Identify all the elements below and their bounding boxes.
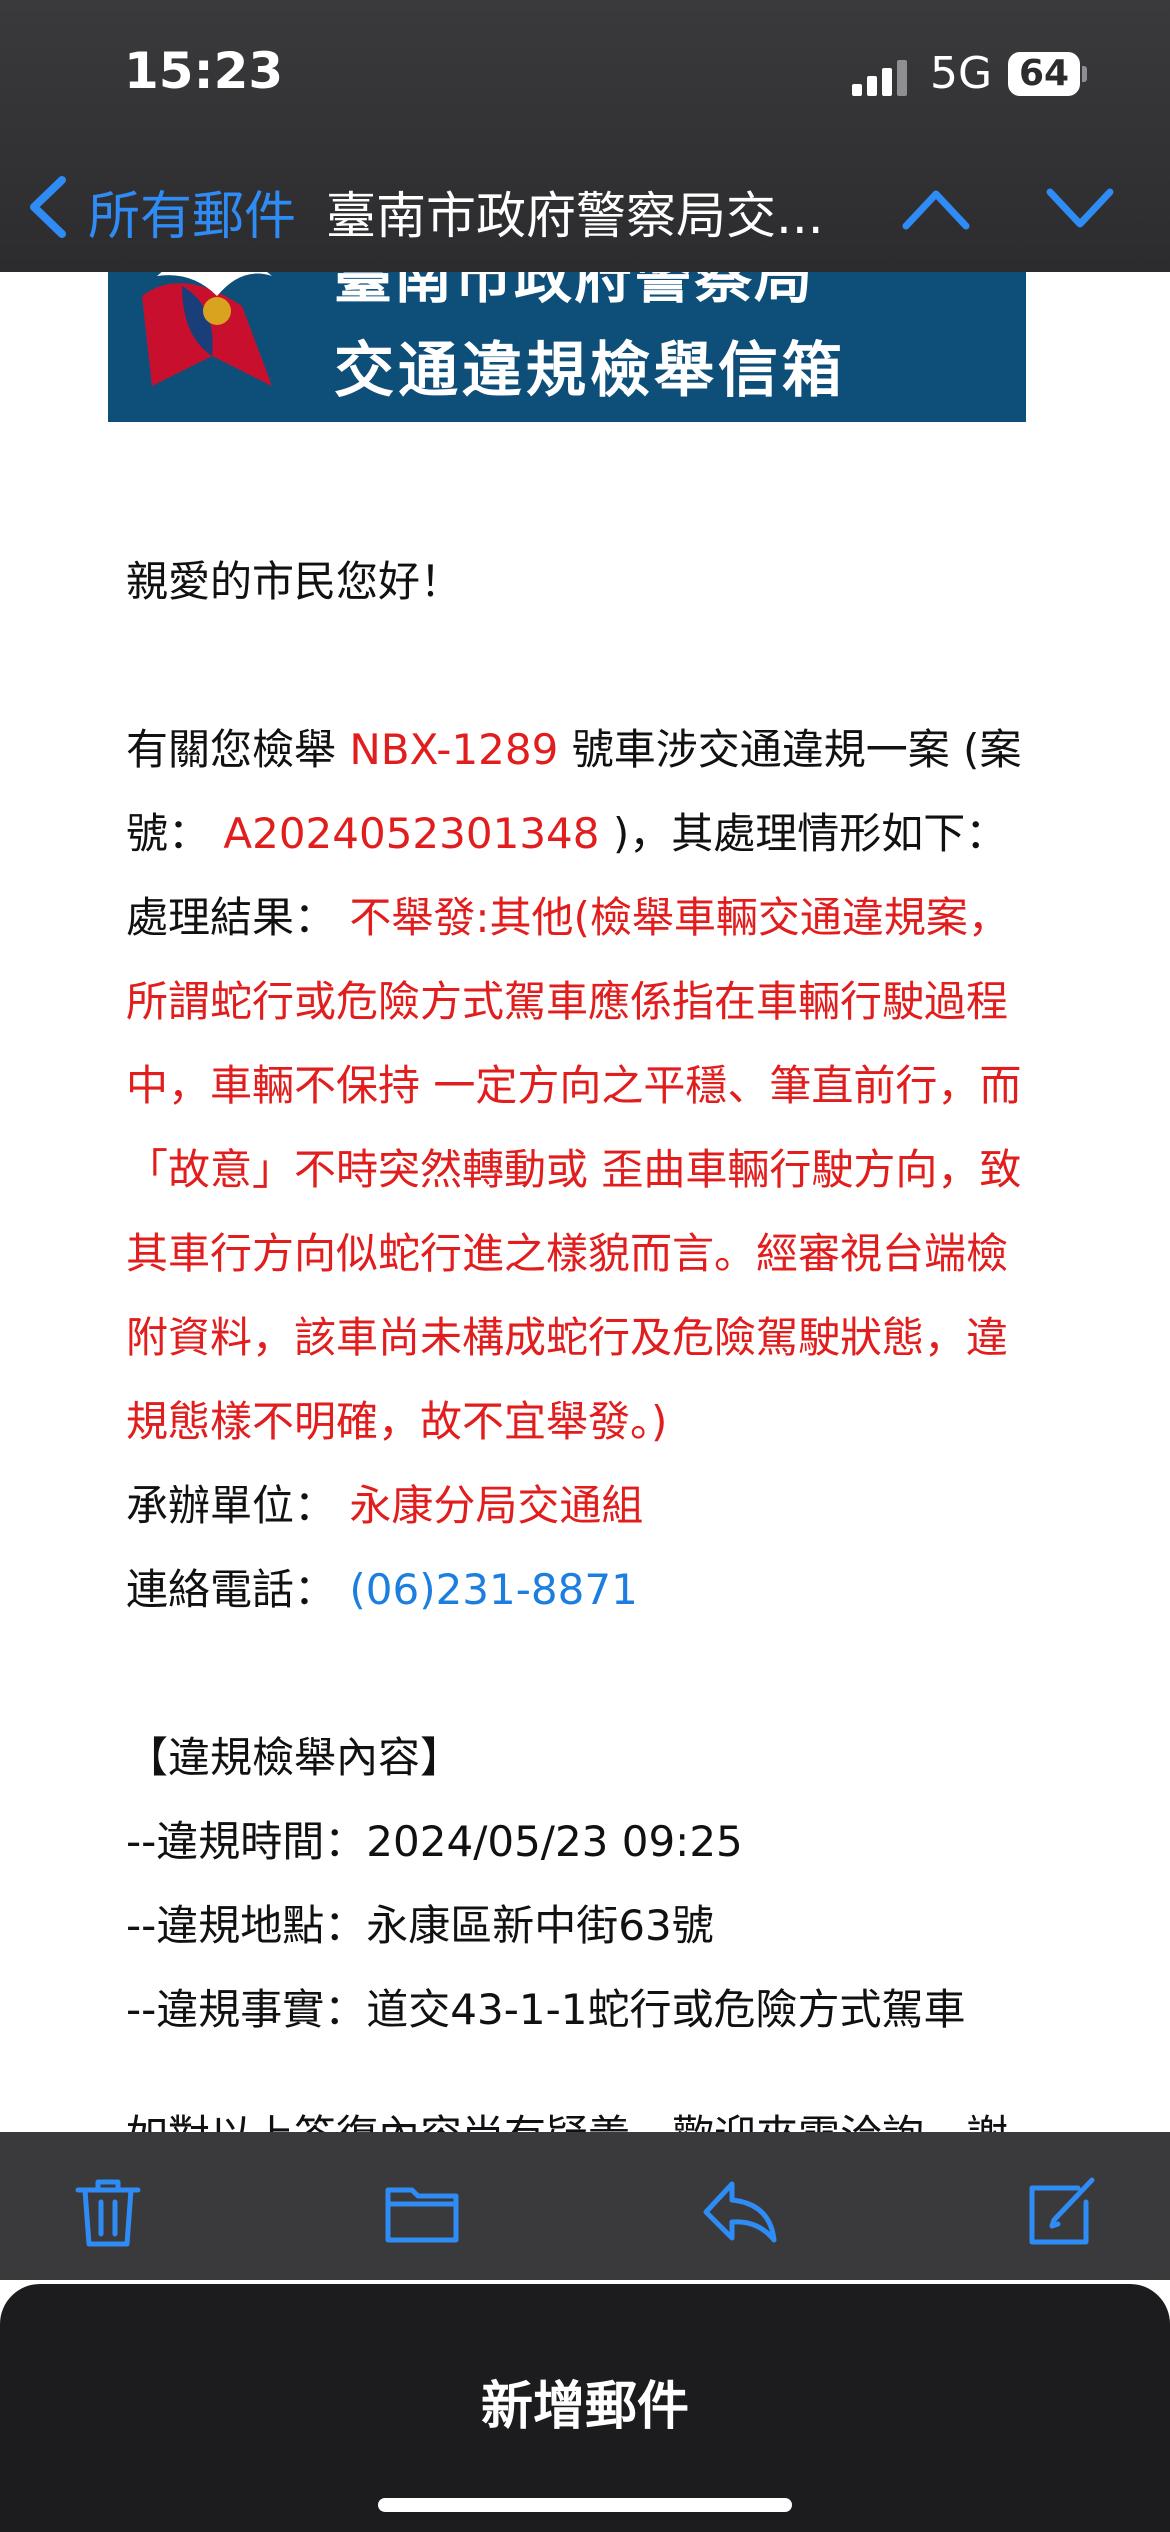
text: 號車涉交通違規一案 (案	[571, 725, 1022, 774]
back-button[interactable]: 所有郵件	[88, 174, 296, 249]
top-bar: 15:23 5G 64 所有郵件 臺南市政府警察局交...	[0, 0, 1170, 272]
license-plate: NBX-1289	[349, 725, 559, 774]
compose-icon[interactable]	[1020, 2172, 1100, 2252]
case-line-1: 有關您檢舉 NBX-1289 號車涉交通違規一案 (案	[126, 708, 1046, 792]
text: )，其處理情形如下：	[612, 809, 1008, 858]
chevron-down-icon[interactable]	[1044, 180, 1116, 236]
result-text: 「故意」不時突然轉動或 歪曲車輛行駛方向，致	[126, 1145, 1022, 1194]
phone-link[interactable]: (06)231-8871	[349, 1565, 637, 1614]
handling-unit: 永康分局交通組	[349, 1481, 644, 1530]
banner-title-2: 交通違規檢舉信箱	[334, 336, 846, 406]
mail-toolbar	[0, 2132, 1170, 2280]
detail-fact: --違規事實：道交43-1-1蛇行或危險方式駕車	[126, 1985, 966, 2034]
battery-tip	[1082, 66, 1087, 82]
home-indicator	[378, 2498, 792, 2512]
unit-label: 承辦單位：	[126, 1481, 337, 1530]
unit-line: 承辦單位： 永康分局交通組	[126, 1464, 1046, 1548]
phone-label: 連絡電話：	[126, 1565, 337, 1614]
chevron-left-icon[interactable]	[20, 172, 78, 242]
reply-icon[interactable]	[700, 2172, 780, 2252]
result-text: 規態樣不明確，故不宜舉發。)	[126, 1397, 668, 1446]
new-mail-button[interactable]: 新增郵件	[0, 2364, 1170, 2439]
result-text: 其車行方向似蛇行進之樣貌而言。經審視台端檢	[126, 1229, 1009, 1278]
result-text: 不舉發:其他(檢舉車輛交通違規案，	[349, 893, 1010, 942]
detail-location: --違規地點：永康區新中街63號	[126, 1901, 714, 1950]
result-text: 所謂蛇行或危險方式駕車應係指在車輛行駛過程	[126, 977, 1009, 1026]
case-number: A2024052301348	[223, 809, 600, 858]
chevron-up-icon[interactable]	[900, 180, 972, 236]
email-body: 親愛的市民您好！ 有關您檢舉 NBX-1289 號車涉交通違規一案 (案 號： …	[126, 540, 1046, 2178]
folder-icon[interactable]	[382, 2172, 462, 2252]
case-line-2: 號： A2024052301348 )，其處理情形如下：	[126, 792, 1046, 876]
result-text: 附資料，該車尚未構成蛇行及危險駕駛狀態，違	[126, 1313, 1009, 1362]
trash-icon[interactable]	[68, 2172, 148, 2252]
detail-time: --違規時間：2024/05/23 09:25	[126, 1817, 743, 1866]
section-title: 【違規檢舉內容】	[126, 1733, 463, 1782]
text: 有關您檢舉	[126, 725, 337, 774]
greeting: 親愛的市民您好！	[126, 557, 463, 606]
battery-icon: 64	[1008, 52, 1080, 96]
new-mail-sheet[interactable]: 新增郵件	[0, 2284, 1170, 2532]
phone-line: 連絡電話： (06)231-8871	[126, 1548, 1046, 1632]
network-type: 5G	[930, 48, 993, 99]
result-line: 處理結果： 不舉發:其他(檢舉車輛交通違規案，	[126, 876, 1046, 960]
mailbox-title: 臺南市政府警察局交...	[326, 187, 824, 245]
signal-icon	[852, 60, 912, 96]
text: 號：	[126, 809, 211, 858]
result-text: 中，車輛不保持 一定方向之平穩、筆直前行，而	[126, 1061, 1022, 1110]
status-time: 15:23	[124, 42, 284, 100]
result-label: 處理結果：	[126, 893, 337, 942]
